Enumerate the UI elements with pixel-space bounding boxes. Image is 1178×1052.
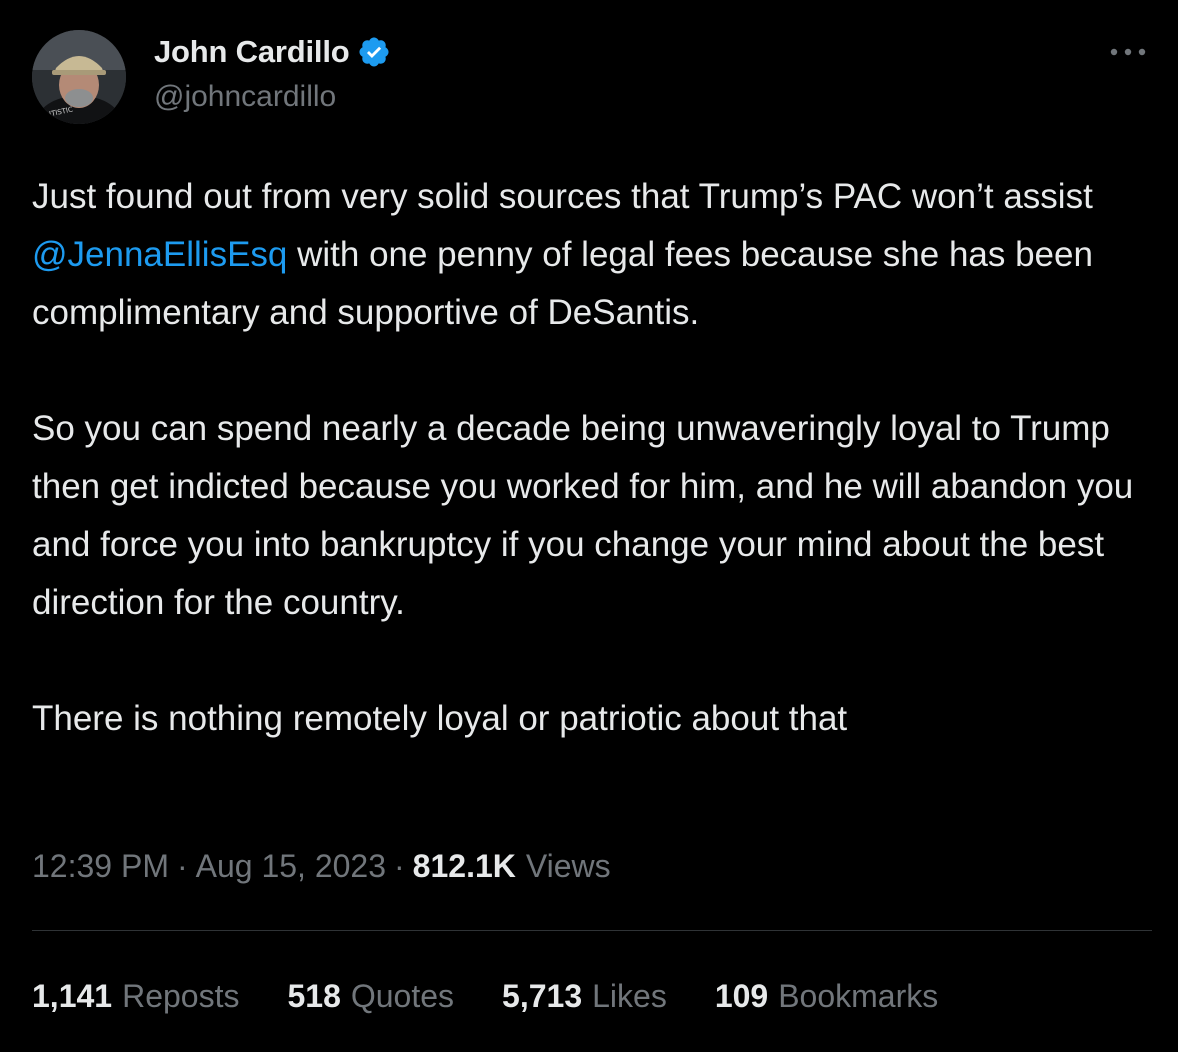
divider xyxy=(32,930,1152,931)
bookmarks-stat[interactable]: 109 Bookmarks xyxy=(715,978,938,1015)
avatar-image: AUTISTIC xyxy=(32,30,126,124)
views-label: Views xyxy=(525,847,611,884)
meta-separator: · xyxy=(394,847,405,884)
tweet-date[interactable]: Aug 15, 2023 xyxy=(196,848,386,885)
reposts-count: 1,141 xyxy=(32,977,113,1014)
reposts-stat[interactable]: 1,141 Reposts xyxy=(32,978,239,1015)
tweet-text: Just found out from very solid sources t… xyxy=(32,168,1152,748)
views-count[interactable]: 812.1K xyxy=(413,848,516,885)
likes-label: Likes xyxy=(592,977,667,1014)
display-name[interactable]: John Cardillo xyxy=(154,34,350,70)
more-options-button[interactable] xyxy=(1104,34,1152,70)
reposts-label: Reposts xyxy=(122,977,240,1014)
bookmarks-label: Bookmarks xyxy=(778,977,939,1014)
tweet-paragraph-3: There is nothing remotely loyal or patri… xyxy=(32,699,848,738)
tweet-detail: AUTISTIC John Cardillo @johncardillo Jus… xyxy=(0,0,1178,1052)
engagement-stats: 1,141 Reposts 518 Quotes 5,713 Likes 109… xyxy=(32,972,938,1020)
tweet-time[interactable]: 12:39 PM xyxy=(32,848,169,885)
tweet-meta: 12:39 PM · Aug 15, 2023 · 812.1K Views xyxy=(32,842,611,890)
more-icon xyxy=(1110,48,1146,56)
author-handle[interactable]: @johncardillo xyxy=(154,80,336,114)
quotes-count: 518 xyxy=(287,977,341,1014)
verified-badge-icon[interactable] xyxy=(357,35,391,69)
meta-separator: · xyxy=(176,847,188,884)
mention-link[interactable]: @JennaEllisEsq xyxy=(32,235,287,274)
quotes-label: Quotes xyxy=(350,977,455,1014)
likes-count: 5,713 xyxy=(502,977,583,1014)
quotes-stat[interactable]: 518 Quotes xyxy=(287,978,454,1015)
tweet-paragraph-1: Just found out from very solid sources t… xyxy=(32,168,1152,342)
tweet-paragraph-2: So you can spend nearly a decade being u… xyxy=(32,409,1134,622)
author-name-row: John Cardillo xyxy=(154,30,391,74)
likes-stat[interactable]: 5,713 Likes xyxy=(502,978,667,1015)
avatar[interactable]: AUTISTIC xyxy=(32,30,126,124)
tweet-text-segment: Just found out from very solid sources t… xyxy=(32,177,1093,216)
bookmarks-count: 109 xyxy=(714,977,769,1014)
